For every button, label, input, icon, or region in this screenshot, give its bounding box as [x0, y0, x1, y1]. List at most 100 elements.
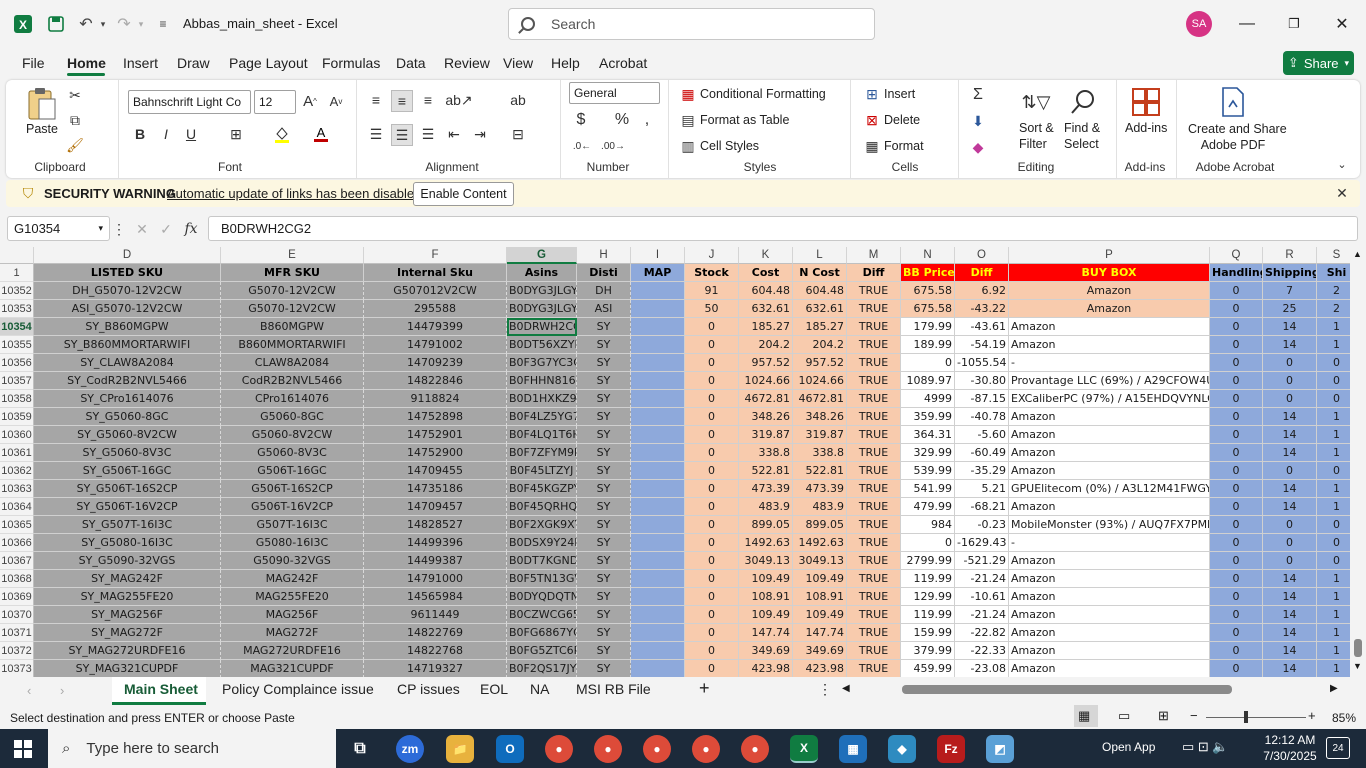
table-cell[interactable]: SY	[577, 372, 631, 390]
chrome-profile-icon[interactable]: ●	[692, 735, 720, 763]
table-cell[interactable]: GPUElitecom (0%) / A3L12M41FWGYY2	[1009, 480, 1210, 498]
table-cell[interactable]: -22.33	[955, 642, 1009, 660]
page-layout-view-icon[interactable]: ▭	[1118, 708, 1130, 724]
table-cell[interactable]: 0	[1210, 318, 1263, 336]
column-header-m[interactable]: M	[847, 247, 901, 264]
column-header-e[interactable]: E	[221, 247, 364, 264]
table-cell[interactable]: Provantage LLC (69%) / A29CFOW4UM3	[1009, 372, 1210, 390]
table-cell[interactable]: 14	[1263, 606, 1317, 624]
table-cell[interactable]: 329.99	[901, 444, 955, 462]
table-cell[interactable]: 204.2	[739, 336, 793, 354]
header-cell[interactable]: LISTED SKU	[34, 264, 221, 282]
table-cell[interactable]: -68.21	[955, 498, 1009, 516]
table-cell[interactable]: 0	[685, 606, 739, 624]
increase-indent-icon[interactable]: ⇥	[470, 124, 490, 144]
table-cell[interactable]: B0F7ZFYM9N	[507, 444, 577, 462]
file-explorer-icon[interactable]: 📁	[446, 735, 474, 763]
table-cell[interactable]: 632.61	[793, 300, 847, 318]
table-cell[interactable]: Amazon	[1009, 552, 1210, 570]
table-cell[interactable]: 0	[685, 660, 739, 677]
column-header-f[interactable]: F	[364, 247, 507, 264]
table-cell[interactable]: 0	[685, 552, 739, 570]
table-cell[interactable]: 0	[1210, 282, 1263, 300]
avatar[interactable]: SA	[1186, 11, 1212, 37]
table-cell[interactable]: 108.91	[793, 588, 847, 606]
table-cell[interactable]: 14	[1263, 318, 1317, 336]
sheet-tab-cp-issues[interactable]: CP issues	[397, 681, 460, 697]
table-cell[interactable]: 349.69	[739, 642, 793, 660]
table-cell[interactable]: 0	[685, 462, 739, 480]
table-cell[interactable]: 0	[1317, 516, 1350, 534]
row-header[interactable]: 10356	[0, 354, 34, 372]
table-cell[interactable]: MAG272URDFE16	[221, 642, 364, 660]
table-cell[interactable]: G5070-12V2CW	[221, 300, 364, 318]
add-sheet-icon[interactable]: +	[699, 678, 710, 699]
table-cell[interactable]: 0	[1263, 372, 1317, 390]
table-cell[interactable]: -23.08	[955, 660, 1009, 677]
table-cell[interactable]: 483.9	[739, 498, 793, 516]
row-header[interactable]: 10361	[0, 444, 34, 462]
table-cell[interactable]: TRUE	[847, 642, 901, 660]
table-cell[interactable]: B0DRWH2CG2	[507, 318, 577, 336]
table-cell[interactable]: 379.99	[901, 642, 955, 660]
row-header[interactable]: 10373	[0, 660, 34, 677]
chrome-icon[interactable]: ●	[545, 735, 573, 763]
table-cell[interactable]: 604.48	[739, 282, 793, 300]
table-cell[interactable]: 473.39	[793, 480, 847, 498]
column-header-d[interactable]: D	[34, 247, 221, 264]
row-header[interactable]: 10368	[0, 570, 34, 588]
table-cell[interactable]: 179.99	[901, 318, 955, 336]
table-cell[interactable]: ASI_G5070-12V2CW	[34, 300, 221, 318]
table-cell[interactable]: 0	[1317, 534, 1350, 552]
table-cell[interactable]: B0DT7KGND2	[507, 552, 577, 570]
table-cell[interactable]: 1	[1317, 444, 1350, 462]
table-cell[interactable]: 0	[685, 534, 739, 552]
cancel-entry-icon[interactable]: ✕	[134, 220, 150, 238]
table-cell[interactable]: SY_G5060-8V3C	[34, 444, 221, 462]
table-cell[interactable]: CPro1614076	[221, 390, 364, 408]
search-box[interactable]: Search	[508, 8, 875, 40]
table-cell[interactable]: 14752898	[364, 408, 507, 426]
table-cell[interactable]: 5.21	[955, 480, 1009, 498]
table-cell[interactable]	[631, 318, 685, 336]
table-cell[interactable]: 957.52	[793, 354, 847, 372]
table-cell[interactable]: 0	[1210, 642, 1263, 660]
table-cell[interactable]: -1629.43	[955, 534, 1009, 552]
table-cell[interactable]	[631, 480, 685, 498]
table-cell[interactable]: SY_B860MGPW	[34, 318, 221, 336]
table-cell[interactable]: 14	[1263, 498, 1317, 516]
table-cell[interactable]: 0	[901, 534, 955, 552]
add-ins-icon[interactable]	[1130, 86, 1162, 118]
table-cell[interactable]	[631, 534, 685, 552]
table-cell[interactable]: -21.24	[955, 606, 1009, 624]
worksheet-grid[interactable]: DEFGHIJKLMNOPQRS 1 LISTED SKU MFR SKU Inter…	[0, 247, 1350, 677]
table-cell[interactable]: 522.81	[793, 462, 847, 480]
sheet-tab-main-sheet[interactable]: Main Sheet	[124, 681, 198, 697]
table-cell[interactable]: 14791000	[364, 570, 507, 588]
table-cell[interactable]: 1	[1317, 588, 1350, 606]
table-cell[interactable]: TRUE	[847, 408, 901, 426]
table-cell[interactable]: Amazon	[1009, 282, 1210, 300]
table-cell[interactable]: 1	[1317, 606, 1350, 624]
table-cell[interactable]: 109.49	[739, 606, 793, 624]
table-cell[interactable]: 473.39	[739, 480, 793, 498]
minimize-icon[interactable]: —	[1232, 12, 1262, 36]
table-cell[interactable]: 0	[1210, 408, 1263, 426]
vertical-scroll-thumb[interactable]	[1354, 639, 1362, 657]
currency-icon[interactable]: $	[571, 110, 591, 130]
row-header[interactable]: 10365	[0, 516, 34, 534]
table-cell[interactable]: -43.22	[955, 300, 1009, 318]
table-cell[interactable]: 1	[1317, 498, 1350, 516]
align-bottom-icon[interactable]: ≡	[418, 90, 438, 110]
table-cell[interactable]: 479.99	[901, 498, 955, 516]
table-cell[interactable]: B0FG6867YG	[507, 624, 577, 642]
table-cell[interactable]: 984	[901, 516, 955, 534]
task-view-icon[interactable]: ⧉	[346, 735, 374, 763]
column-header-s[interactable]: S	[1317, 247, 1350, 264]
table-cell[interactable]: TRUE	[847, 516, 901, 534]
autosum-icon[interactable]: Σ	[968, 86, 988, 104]
table-cell[interactable]: Amazon	[1009, 318, 1210, 336]
table-cell[interactable]: -5.60	[955, 426, 1009, 444]
underline-icon[interactable]: U	[182, 124, 200, 144]
table-cell[interactable]: TRUE	[847, 570, 901, 588]
